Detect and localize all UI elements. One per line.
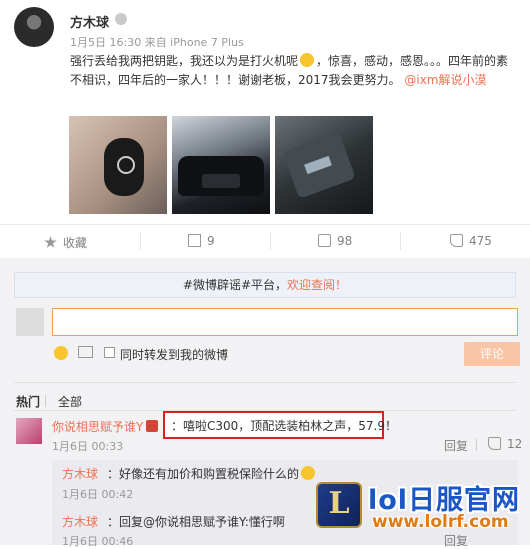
comment-input[interactable] bbox=[52, 308, 518, 336]
reply-reply-button[interactable]: 回复 bbox=[444, 532, 468, 549]
comment-like-count: 12 bbox=[507, 437, 523, 451]
submit-comment-button[interactable]: 评论 bbox=[464, 342, 520, 366]
reply-author[interactable]: 方木球 bbox=[62, 513, 98, 530]
forward-icon bbox=[188, 234, 201, 247]
thumbs-up-icon bbox=[488, 437, 501, 450]
comment-reply-button[interactable]: 回复 bbox=[444, 437, 468, 454]
photo-car-front[interactable] bbox=[172, 116, 270, 214]
favorite-label: 收藏 bbox=[63, 236, 88, 250]
current-user-avatar bbox=[16, 308, 44, 336]
member-badge-icon bbox=[146, 420, 158, 432]
reply-text-content: ：好像还有加价和购置税保险什么的 bbox=[107, 467, 300, 481]
author-avatar[interactable] bbox=[14, 7, 54, 47]
reply-text: ：回复@你说相思赋予谁Y:懂行啊 bbox=[107, 515, 285, 529]
reply-author[interactable]: 方木球 bbox=[62, 465, 98, 482]
composer-divider bbox=[14, 382, 516, 383]
repost-checkbox[interactable] bbox=[104, 347, 115, 358]
commenter-avatar[interactable] bbox=[16, 418, 42, 444]
reply-time: 1月6日 00:46 bbox=[62, 535, 134, 548]
notice-link[interactable]: 欢迎查阅！ bbox=[287, 278, 347, 292]
tab-hot[interactable]: 热门 bbox=[16, 393, 40, 410]
emoji-picker-icon[interactable] bbox=[54, 346, 68, 360]
tab-all[interactable]: 全部 bbox=[58, 393, 82, 410]
post-text-part1: 强行丢给我两把钥匙，我还以为是打火机呢 bbox=[70, 54, 299, 68]
forward-count: 9 bbox=[207, 234, 215, 248]
tab-separator bbox=[45, 395, 46, 407]
laughing-emoji-icon bbox=[301, 466, 316, 480]
forward-button[interactable]: 9 bbox=[188, 234, 215, 248]
action-separator bbox=[400, 232, 401, 250]
like-button[interactable]: 475 bbox=[450, 234, 492, 248]
image-upload-icon[interactable] bbox=[78, 346, 93, 358]
laughing-emoji-icon bbox=[300, 53, 315, 67]
post-text: 强行丢给我两把钥匙，我还以为是打火机呢 ，惊喜，感动，感恩。。。四年前的素不相识，… bbox=[70, 52, 520, 90]
action-divider bbox=[0, 224, 530, 225]
comment-button[interactable]: 98 bbox=[318, 234, 352, 248]
favorite-button[interactable]: 收藏 bbox=[44, 234, 87, 251]
reply-text: ：好像还有加价和购置税保险什么的 bbox=[107, 465, 317, 482]
reply-like-separator bbox=[476, 439, 477, 451]
mention-link[interactable]: @ixm解说小漠 bbox=[404, 73, 486, 87]
car-key-logo bbox=[117, 156, 135, 174]
reply-time: 1月6日 00:42 bbox=[62, 488, 134, 501]
watermark-logo: L bbox=[316, 482, 362, 528]
comment-time: 1月6日 00:33 bbox=[52, 440, 124, 453]
action-separator bbox=[270, 232, 271, 250]
photo-car-keys[interactable] bbox=[69, 116, 167, 214]
watermark-url: www.lolrf.com bbox=[372, 512, 509, 532]
action-separator bbox=[140, 232, 141, 250]
photo-door-panel[interactable] bbox=[275, 116, 373, 214]
like-count: 475 bbox=[469, 234, 492, 248]
vip-badge-icon bbox=[115, 13, 127, 25]
repost-checkbox-label[interactable]: 同时转发到我的微博 bbox=[120, 346, 228, 363]
thumbs-up-icon bbox=[450, 234, 463, 247]
car-grill-shape bbox=[202, 174, 240, 188]
comment-text: ：嘻啦C300，顶配选装柏林之声，57.9！ bbox=[171, 419, 398, 433]
post-meta: 1月5日 16:30 来自 iPhone 7 Plus bbox=[70, 36, 244, 49]
rumor-notice-banner: #微博辟谣#平台，欢迎查阅！ bbox=[14, 272, 516, 298]
author-name[interactable]: 方木球 bbox=[70, 12, 109, 31]
commenter-name[interactable]: 你说相思赋予谁Y bbox=[52, 418, 143, 435]
notice-hashtag[interactable]: #微博辟谣#平台， bbox=[183, 278, 287, 292]
comment-like-button[interactable]: 12 bbox=[488, 437, 522, 451]
star-icon bbox=[44, 236, 57, 248]
comment-icon bbox=[318, 234, 331, 247]
comment-count: 98 bbox=[337, 234, 353, 248]
